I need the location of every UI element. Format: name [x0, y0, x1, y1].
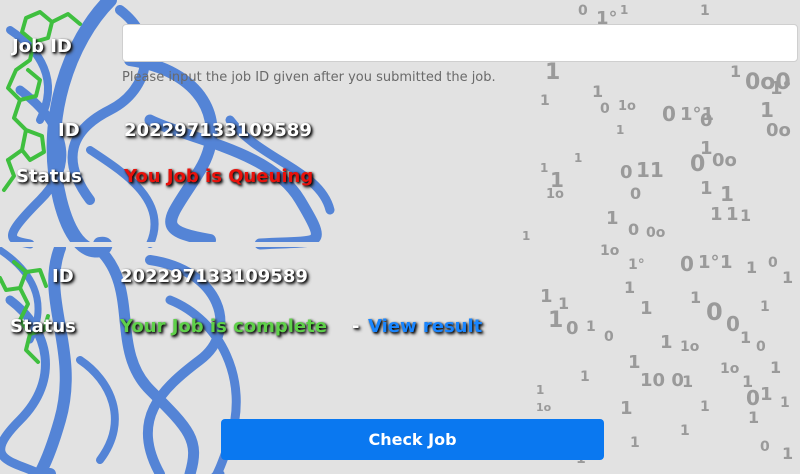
check-job-button[interactable]: Check Job — [221, 419, 604, 460]
job-id-label: Job ID — [12, 36, 72, 57]
complete-status-text: Your Job is complete — [120, 316, 327, 337]
complete-id-value: 202297133109589 — [120, 266, 308, 287]
complete-status-label: Status — [10, 316, 76, 337]
job-id-help-text: Please input the job ID given after you … — [122, 70, 496, 85]
queued-id-value: 202297133109589 — [124, 120, 312, 141]
status-separator: - — [352, 316, 360, 337]
complete-id-label: ID — [52, 266, 74, 287]
queued-id-label: ID — [58, 120, 80, 141]
job-id-input[interactable] — [122, 24, 798, 62]
queued-status-text: You Job is Queuing — [124, 166, 314, 187]
queued-status-label: Status — [16, 166, 82, 187]
view-result-link[interactable]: View result — [368, 316, 482, 337]
section-divider — [0, 242, 530, 247]
